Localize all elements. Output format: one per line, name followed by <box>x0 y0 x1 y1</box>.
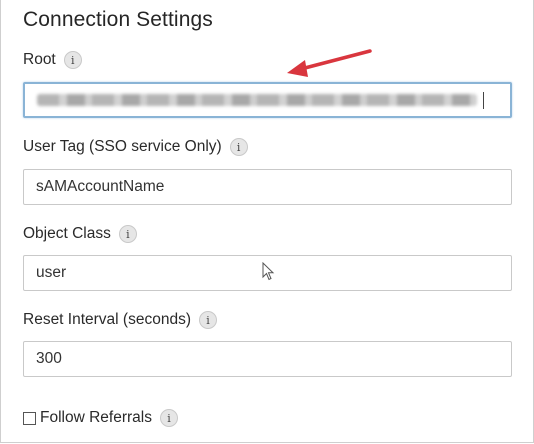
reset-interval-input[interactable]: 300 <box>23 341 512 377</box>
reset-interval-label: Reset Interval (seconds) i <box>23 311 217 329</box>
user-tag-label-text: User Tag (SSO service Only) <box>23 138 222 155</box>
follow-referrals-checkbox[interactable] <box>23 411 36 425</box>
follow-referrals-info-icon[interactable]: i <box>159 409 178 427</box>
user-tag-value: sAMAccountName <box>36 178 165 195</box>
user-tag-info-icon[interactable]: i <box>229 138 248 156</box>
user-tag-input[interactable]: sAMAccountName <box>23 169 512 205</box>
object-class-label-text: Object Class <box>23 225 111 242</box>
settings-panel: Connection Settings Root i User Tag (SSO… <box>0 0 534 443</box>
follow-referrals-label[interactable]: Follow Referrals <box>40 409 152 427</box>
reset-interval-value: 300 <box>36 350 62 367</box>
reset-interval-label-text: Reset Interval (seconds) <box>23 311 191 328</box>
reset-interval-info-icon[interactable]: i <box>199 311 217 329</box>
red-arrow-icon <box>287 49 372 77</box>
follow-referrals-row: Follow Referrals i <box>23 409 178 427</box>
object-class-label: Object Class i <box>23 225 137 243</box>
mouse-pointer-icon <box>262 262 275 281</box>
user-tag-label: User Tag (SSO service Only) i <box>23 138 248 156</box>
object-class-value: user <box>36 264 67 281</box>
object-class-info-icon[interactable]: i <box>118 225 137 243</box>
